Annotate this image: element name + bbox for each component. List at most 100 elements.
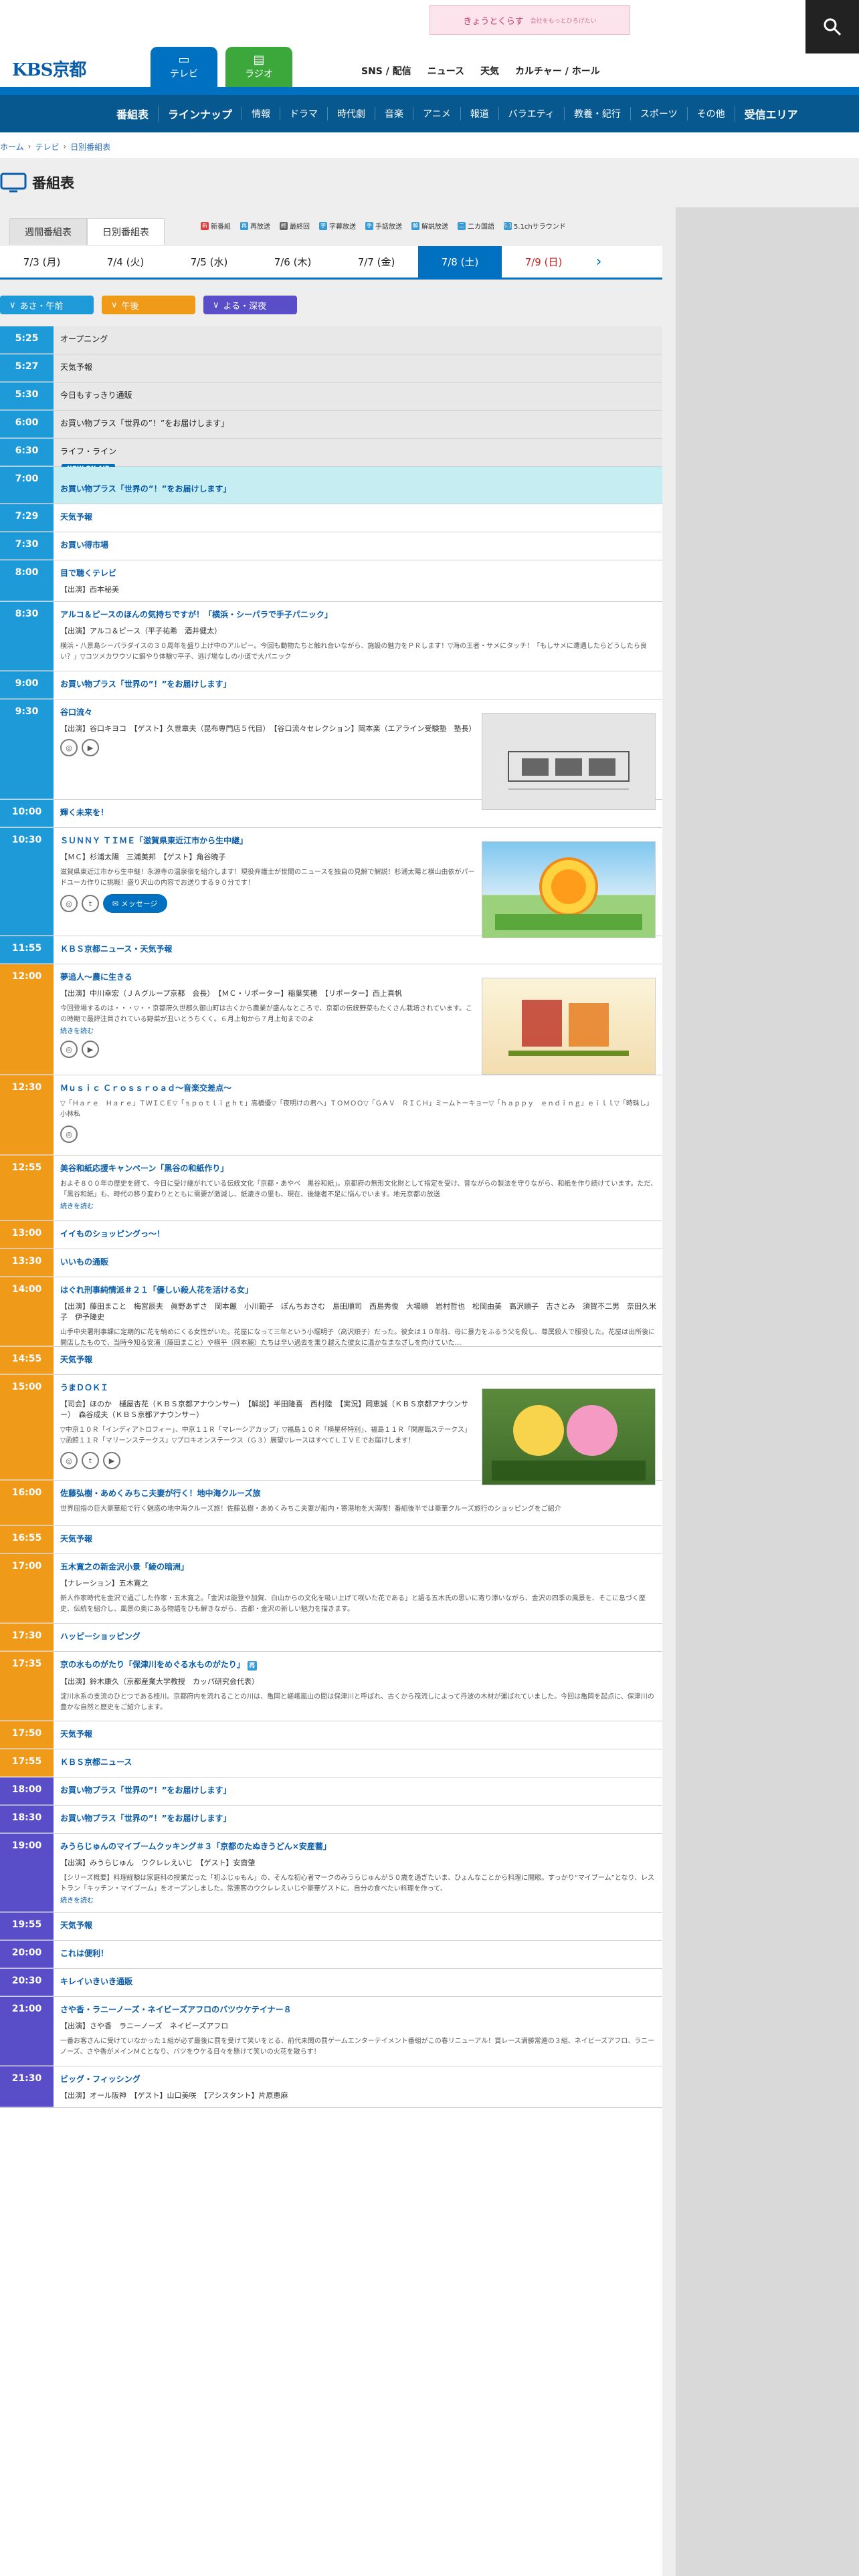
program-title[interactable]: 夢追人～農に生きる <box>60 971 658 982</box>
program-title[interactable]: これは便利！ <box>60 1947 658 1959</box>
program-title[interactable]: ＫＢＳ京都ニュース・天気予報 <box>60 943 658 954</box>
tab-tv[interactable]: ▭ テレビ <box>151 47 217 87</box>
program-row[interactable]: 19:55 天気予報 <box>0 1913 662 1941</box>
program-title[interactable]: さや香・ラニーノーズ・ネイビーズアフロのバツウケテイナー８ <box>60 2004 658 2015</box>
program-title[interactable]: イイものショッピングっ～！ <box>60 1228 658 1239</box>
program-title[interactable]: はぐれ刑事純情派＃２１「優しい殺人花を活ける女」 <box>60 1284 658 1295</box>
program-row[interactable]: 7:30 お買い得市場 <box>0 532 662 560</box>
website-icon[interactable]: ◎ <box>60 1125 78 1143</box>
category-nav-item[interactable]: スポーツ <box>630 107 687 120</box>
program-title[interactable]: お買い物プラス「世界の”！”をお届けします」 <box>60 417 658 429</box>
program-title[interactable]: ＫＢＳ京都ニュース <box>60 1756 658 1767</box>
program-title[interactable]: 美谷和紙応援キャンペーン「黒谷の和紙作り」 <box>60 1162 658 1174</box>
program-row[interactable]: 17:00 五木寛之の新金沢小景「綾の暗洲」 【ナレーション】五木寛之 新人作家時代を… <box>0 1554 662 1624</box>
program-title[interactable]: 今日もすっきり通販 <box>60 389 658 401</box>
program-title[interactable]: 天気予報 <box>60 511 658 522</box>
program-row[interactable]: 11:55 ＫＢＳ京都ニュース・天気予報 <box>0 936 662 964</box>
program-title[interactable]: お買い物プラス「世界の”！”をお届けします」 <box>60 1812 658 1824</box>
youtube-icon[interactable]: ▶ <box>82 739 99 756</box>
program-row[interactable]: 20:30 キレイいきいき通販 <box>0 1969 662 1997</box>
program-row[interactable]: 12:55 美谷和紙応援キャンペーン「黒谷の和紙作り」 およそ８００年の歴史を経て、… <box>0 1156 662 1221</box>
search-button[interactable] <box>805 0 859 53</box>
program-title[interactable]: いいもの通販 <box>60 1256 658 1267</box>
program-title[interactable]: ライフ・ライン <box>60 445 658 457</box>
website-icon[interactable]: ◎ <box>60 895 78 912</box>
global-nav-item[interactable]: カルチャー / ホール <box>515 64 600 78</box>
program-row[interactable]: 7:29 天気予報 <box>0 504 662 532</box>
program-row[interactable]: 21:30 ビッグ・フィッシング 【出演】オール阪神 【ゲスト】山口美咲 【アシスタ… <box>0 2066 662 2108</box>
youtube-icon[interactable]: ▶ <box>82 1041 99 1058</box>
program-title[interactable]: みうらじゅんのマイブームクッキング＃３「京都のたぬきうどん×安産蕎」 <box>60 1840 658 1852</box>
category-nav-item[interactable]: 教養・紀行 <box>563 107 630 120</box>
program-title[interactable]: 京の水ものがたり「保津川をめぐる水ものがたり」再 <box>60 1658 658 1671</box>
tab-daily[interactable]: 日別番組表 <box>87 218 165 245</box>
category-nav-item[interactable]: バラエティ <box>498 107 564 120</box>
program-title[interactable]: 谷口流々 <box>60 706 658 718</box>
next-week-chevron-icon[interactable]: › <box>585 253 612 270</box>
program-row[interactable]: 13:30 いいもの通販 <box>0 1249 662 1277</box>
category-nav-item[interactable]: 受信エリア <box>734 106 807 122</box>
read-more-link[interactable]: 続きを読む <box>60 1895 658 1905</box>
program-row[interactable]: 17:35 京の水ものがたり「保津川をめぐる水ものがたり」再【出演】鈴木康久（京都… <box>0 1652 662 1721</box>
program-row[interactable]: 21:00 さや香・ラニーノーズ・ネイビーズアフロのバツウケテイナー８ 【出演】さや… <box>0 1997 662 2066</box>
program-row[interactable]: 7:00NOW ON AIRお買い物プラス「世界の”！”をお届けします」 <box>0 464 662 504</box>
program-title[interactable]: オープニング <box>60 333 658 344</box>
program-title[interactable]: ＳＵＮＮＹ ＴＩＭＥ「滋賀県東近江市から生中継」 <box>60 835 658 846</box>
program-row[interactable]: 15:00 うまＤＯＫＩ 【司会】ほのか 樋屋杏花（ＫＢＳ京都アナウンサー） 【解説… <box>0 1375 662 1485</box>
time-slot-button[interactable]: ∨ よる・深夜 <box>203 296 297 314</box>
program-row[interactable]: 6:00 お買い物プラス「世界の”！”をお届けします」 <box>0 411 662 439</box>
program-title[interactable]: 佐藤弘樹・あめくみちこ夫妻が行く！地中海クルーズ旅 <box>60 1487 658 1499</box>
program-row[interactable]: 5:27 天気予報 <box>0 354 662 383</box>
date-tab[interactable]: 7/9 (日) <box>502 255 585 269</box>
program-row[interactable]: 12:00 夢追人～農に生きる 【出演】中川幸宏（ＪＡグループ京都 会長） 【ＭＣ・… <box>0 964 662 1075</box>
date-tab[interactable]: 7/8 (土) <box>418 245 502 278</box>
program-title[interactable]: うまＤＯＫＩ <box>60 1382 658 1393</box>
program-row[interactable]: 14:55 天気予報 <box>0 1347 662 1375</box>
program-row[interactable]: 18:30 お買い物プラス「世界の”！”をお届けします」 <box>0 1806 662 1834</box>
program-title[interactable]: 天気予報 <box>60 1728 658 1739</box>
program-row[interactable]: 16:55 天気予報 <box>0 1526 662 1554</box>
time-slot-button[interactable]: ∨ あさ・午前 <box>0 296 94 314</box>
program-row[interactable]: 10:00 輝く未来を！ <box>0 800 662 828</box>
program-title[interactable]: お買い物プラス「世界の”！”をお届けします」 <box>60 678 658 689</box>
category-nav-item[interactable]: ラインナップ <box>158 106 242 122</box>
program-row[interactable]: 5:25 オープニング <box>0 326 662 354</box>
global-nav-item[interactable]: SNS / 配信 <box>361 64 411 78</box>
date-tab[interactable]: 7/6 (木) <box>251 255 335 269</box>
twitter-icon[interactable]: t <box>82 1452 99 1469</box>
time-slot-button[interactable]: ∨ 午後 <box>102 296 195 314</box>
banner-ad[interactable]: きょうとくらす 会社をもっとひろげたい <box>430 5 630 35</box>
category-nav-item[interactable]: 時代劇 <box>327 107 375 120</box>
program-title[interactable]: 輝く未来を！ <box>60 807 658 818</box>
date-tab[interactable]: 7/7 (金) <box>335 255 418 269</box>
program-row[interactable]: 17:30 ハッピーショッピング <box>0 1624 662 1652</box>
program-title[interactable]: 天気予報 <box>60 1354 658 1365</box>
date-tab[interactable]: 7/4 (火) <box>84 255 167 269</box>
program-title[interactable]: ハッピーショッピング <box>60 1630 658 1642</box>
breadcrumb-current[interactable]: 日別番組表 <box>70 141 110 152</box>
website-icon[interactable]: ◎ <box>60 1041 78 1058</box>
program-title[interactable]: ビッグ・フィッシング <box>60 2073 658 2084</box>
program-title[interactable]: Ｍｕｓｉｃ Ｃｒｏｓｓｒｏａｄ～音楽交差点～ <box>60 1082 658 1093</box>
date-tab[interactable]: 7/5 (水) <box>167 255 251 269</box>
program-title[interactable]: お買い物プラス「世界の”！”をお届けします」 <box>60 1784 658 1796</box>
program-title[interactable]: お買い物プラス「世界の”！”をお届けします」 <box>60 483 658 494</box>
program-row[interactable]: 17:55 ＫＢＳ京都ニュース <box>0 1749 662 1778</box>
program-row[interactable]: 5:30 今日もすっきり通販 <box>0 383 662 411</box>
program-row[interactable]: 17:50 天気予報 <box>0 1721 662 1749</box>
date-tab[interactable]: 7/3 (月) <box>0 255 84 269</box>
program-title[interactable]: アルコ＆ピースのほんの気持ちですが！「横浜・シーパラで手子パニック」 <box>60 609 658 620</box>
program-title[interactable]: キレイいきいき通販 <box>60 1975 658 1987</box>
program-row[interactable]: 13:00 イイものショッピングっ～！ <box>0 1221 662 1249</box>
read-more-link[interactable]: 続きを読む <box>60 1025 658 1035</box>
read-more-link[interactable]: 続きを読む <box>60 1200 658 1210</box>
global-nav-item[interactable]: 天気 <box>480 64 499 78</box>
program-row[interactable]: 19:00 みうらじゅんのマイブームクッキング＃３「京都のたぬきうどん×安産蕎」【… <box>0 1834 662 1913</box>
twitter-icon[interactable]: t <box>82 895 99 912</box>
global-nav-item[interactable]: ニュース <box>427 64 464 78</box>
breadcrumb-home[interactable]: ホーム <box>0 141 24 152</box>
program-row[interactable]: 9:00 お買い物プラス「世界の”！”をお届けします」 <box>0 671 662 700</box>
program-title[interactable]: お買い得市場 <box>60 539 658 550</box>
category-nav-item[interactable]: 音楽 <box>375 107 413 120</box>
message-button[interactable]: ✉ メッセージ <box>103 894 167 913</box>
